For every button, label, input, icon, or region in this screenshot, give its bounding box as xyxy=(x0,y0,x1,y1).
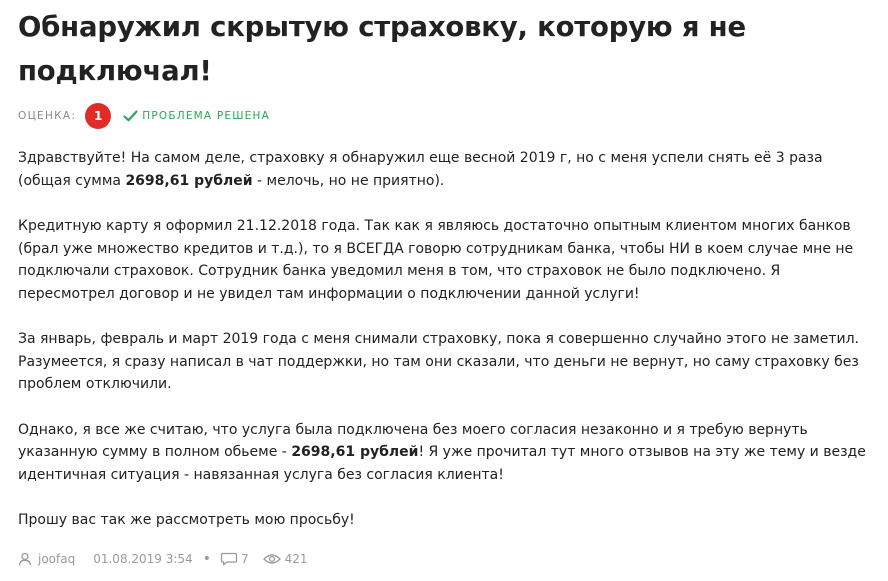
comment-icon[interactable] xyxy=(220,552,238,566)
review-footer: joofaq 01.08.2019 3:54 • 7 421 xyxy=(18,552,308,566)
user-icon xyxy=(18,552,32,566)
review-paragraph-5: Прошу вас так же рассмотреть мою просьбу… xyxy=(18,512,355,528)
amount-highlight: 2698,61 рублей xyxy=(291,444,419,460)
review-card: Обнаружил скрытую страховку, которую я н… xyxy=(0,0,888,581)
amount-highlight: 2698,61 рублей xyxy=(125,172,253,189)
review-paragraph-2: Кредитную карту я оформил 21.12.2018 год… xyxy=(18,218,854,302)
comments-count[interactable]: 7 xyxy=(241,552,249,566)
review-meta: ОЦЕНКА: 1 ПРОБЛЕМА РЕШЕНА xyxy=(18,101,878,131)
review-title: Обнаружил скрытую страховку, которую я н… xyxy=(18,11,746,87)
rating-badge: 1 xyxy=(85,103,112,129)
review-paragraph-1: Здравствуйте! На самом деле, страховку я… xyxy=(18,147,878,192)
author-link[interactable]: joofaq xyxy=(38,552,75,566)
check-icon xyxy=(123,110,138,122)
status-badge: ПРОБЛЕМА РЕШЕНА xyxy=(123,110,270,122)
review-date: 01.08.2019 3:54 xyxy=(93,552,193,566)
eye-icon xyxy=(262,553,281,565)
review-paragraph-4: Однако, я все же считаю, что услуга была… xyxy=(18,419,878,487)
separator-dot: • xyxy=(202,551,211,567)
views-count: 421 xyxy=(284,552,308,566)
review-body: Здравствуйте! На самом деле, страховку я… xyxy=(18,147,878,532)
review-paragraph-3: За январь, февраль и март 2019 года с ме… xyxy=(18,331,860,392)
status-label: ПРОБЛЕМА РЕШЕНА xyxy=(142,110,270,122)
paragraph-text: - мелочь, но не приятно). xyxy=(252,172,445,189)
rating-label: ОЦЕНКА: xyxy=(18,110,77,122)
